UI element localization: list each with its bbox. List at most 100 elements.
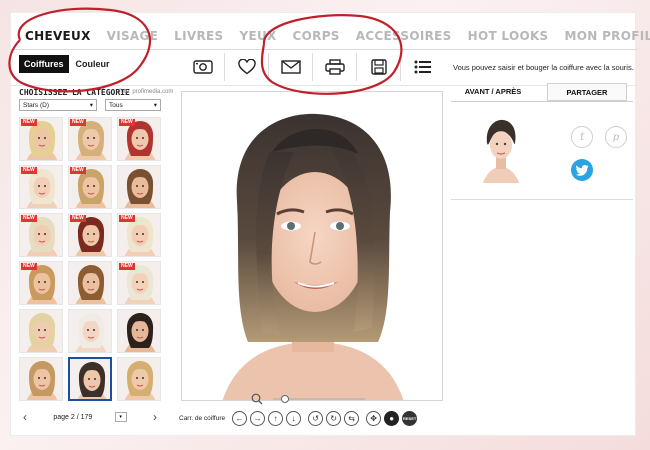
hairstyle-thumb[interactable]: NEW [117,261,161,305]
camera-icon [192,60,213,74]
chevron-down-icon: ▾ [89,102,93,109]
thumb-face [69,310,111,352]
thumb-face [20,310,62,352]
new-badge: NEW [21,119,37,126]
right-panel-divider [451,199,633,200]
hairstyle-thumb[interactable] [68,309,112,353]
nav-item-livres[interactable]: LIVRES [174,29,223,49]
list-button[interactable] [401,53,445,81]
hairstyle-grid: NEW NEW NEW NEW NEW NEW NEW NEW NEW NEW [19,117,161,407]
rotate-right-icon[interactable]: ↻ [326,410,342,426]
hairstyle-thumb[interactable]: NEW [117,213,161,257]
right-tabs: AVANT / APRÈS PARTAGER [451,83,633,101]
envelope-icon [280,60,301,74]
heart-icon [237,59,256,75]
category-select[interactable]: Stars (D) ▾ [19,99,97,111]
zoom-control [251,393,381,405]
hairstyle-thumb[interactable]: NEW [68,117,112,161]
hairstyle-app: CHEVEUX VISAGE LIVRES YEUX CORPS ACCESSO… [10,12,650,436]
subtab-coiffures[interactable]: Coiffures [19,55,69,73]
new-badge: NEW [21,263,37,270]
next-page-arrow-icon[interactable]: › [149,410,161,424]
rotate-left-icon[interactable]: ↺ [308,410,324,426]
save-button[interactable] [357,53,401,81]
nav-divider [11,49,637,50]
chevron-down-icon: ▾ [153,102,157,109]
main-nav: CHEVEUX VISAGE LIVRES YEUX CORPS ACCESSO… [11,13,650,49]
filter-select-value: Tous [109,101,123,109]
before-photo [473,117,529,183]
hairstyle-controls: Carr. de coiffure ← → ↑ ↓ ↺ ↻ ⇆ ✥ ● RESE… [179,409,445,427]
hairstyle-thumb[interactable] [117,357,161,401]
hairstyle-thumb[interactable]: NEW [117,117,161,161]
arrow-down-icon[interactable]: ↓ [286,410,302,426]
zoom-icon [251,393,263,405]
thumb-face [69,262,111,304]
arrow-right-icon[interactable]: → [250,410,266,426]
subtabs: Coiffures Couleur [19,55,115,73]
photo-credit: foto: profimedia.com [119,89,174,95]
nav-item-visage[interactable]: VISAGE [107,29,159,49]
nav-item-cheveux[interactable]: CHEVEUX [25,29,91,49]
fit-icon[interactable]: ✥ [366,410,382,426]
facebook-icon[interactable]: f [571,126,593,148]
hairstyle-thumb[interactable]: NEW [19,261,63,305]
toolbar [181,53,445,81]
nav-item-accessoires[interactable]: ACCESSOIRES [356,29,452,49]
twitter-icon[interactable] [571,159,593,181]
thumb-face [70,359,110,399]
new-badge: NEW [21,167,37,174]
list-icon [414,60,431,74]
hairstyle-thumb[interactable] [68,261,112,305]
tab-before-after[interactable]: AVANT / APRÈS [451,83,535,101]
hairstyle-thumb[interactable]: NEW [19,117,63,161]
new-badge: NEW [119,263,135,270]
flip-icon[interactable]: ⇆ [344,410,360,426]
new-badge: NEW [70,119,86,126]
save-icon [370,59,387,75]
printer-icon [324,59,345,75]
hairstyle-thumb[interactable] [19,357,63,401]
hairstyle-thumb[interactable] [19,309,63,353]
thumb-face [118,310,160,352]
preview-canvas[interactable] [181,91,443,401]
print-button[interactable] [313,53,357,81]
nav-item-mon-profil[interactable]: MON PROFIL [565,29,650,49]
subtab-couleur[interactable]: Couleur [70,55,115,73]
reset-button[interactable]: RESET [402,410,418,426]
filter-select[interactable]: Tous ▾ [105,99,161,111]
arrow-up-icon[interactable]: ↑ [268,410,284,426]
tab-share[interactable]: PARTAGER [547,83,627,101]
category-title: CHOISISSEZ LA CATÉGORIE [19,88,130,97]
thumb-face [118,166,160,208]
hairstyle-thumb[interactable] [68,357,112,401]
hairstyle-thumb[interactable]: NEW [68,165,112,209]
hairstyle-thumb[interactable]: NEW [68,213,112,257]
hairstyle-thumb[interactable]: NEW [19,213,63,257]
nav-item-corps[interactable]: CORPS [293,29,340,49]
drag-hint: Vous pouvez saisir et bouger la coiffure… [453,63,634,72]
hairstyle-thumb[interactable] [117,309,161,353]
page-label: page 2 / 179 [53,413,93,421]
pinterest-icon[interactable]: p [605,126,627,148]
controls-label: Carr. de coiffure [179,414,226,422]
new-badge: NEW [119,215,135,222]
new-badge: NEW [119,119,135,126]
new-badge: NEW [70,167,86,174]
pager: ‹ page 2 / 179 ▾ › [19,409,161,425]
hairstyle-thumb[interactable] [117,165,161,209]
model-portrait [222,113,404,400]
camera-button[interactable] [181,53,225,81]
email-button[interactable] [269,53,313,81]
hairstyle-thumb[interactable]: NEW [19,165,63,209]
nav-item-yeux[interactable]: YEUX [239,29,276,49]
silhouette-icon[interactable]: ● [384,410,400,426]
prev-page-arrow-icon[interactable]: ‹ [19,410,31,424]
new-badge: NEW [21,215,37,222]
thumb-face [118,358,160,400]
page-select[interactable]: ▾ [114,412,127,422]
nav-item-hot-looks[interactable]: HOT LOOKS [468,29,549,49]
zoom-slider[interactable] [269,394,369,404]
arrow-left-icon[interactable]: ← [232,410,248,426]
favorite-button[interactable] [225,53,269,81]
